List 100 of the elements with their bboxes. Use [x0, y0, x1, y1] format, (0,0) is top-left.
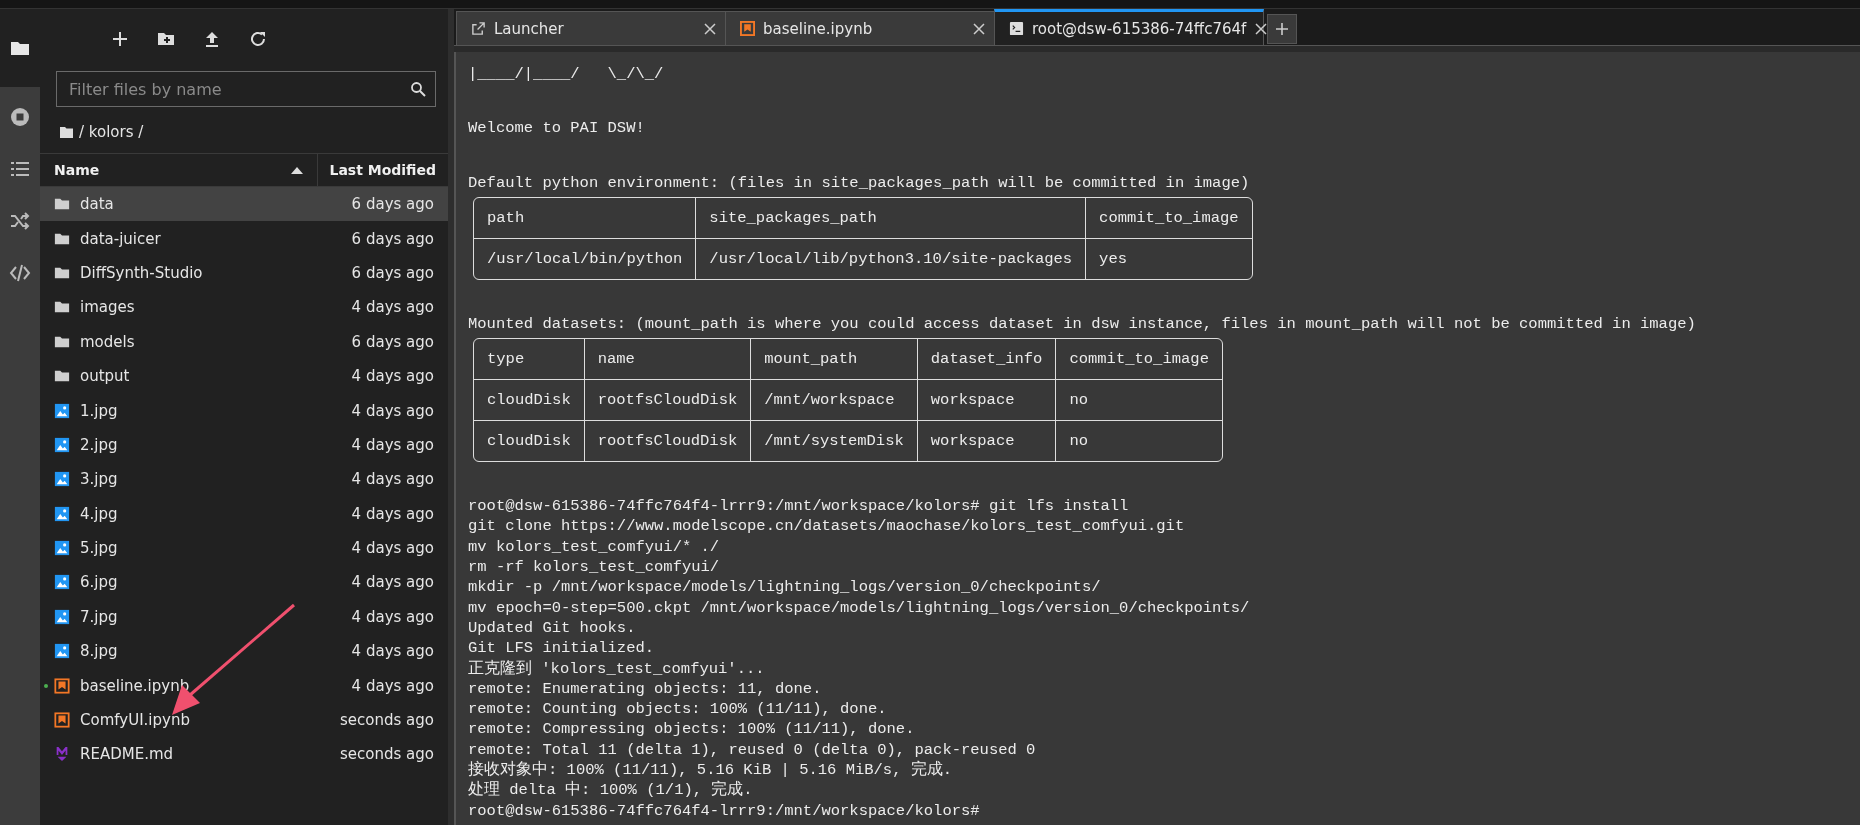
table-cell-text: no — [1068, 431, 1089, 453]
file-list-item[interactable]: README.md seconds ago — [40, 737, 448, 772]
terminal-line: remote: Counting objects: 100% (11/11), done. — [468, 699, 888, 720]
modified-time: seconds ago — [340, 711, 434, 730]
table-cell: cloudDisk — [474, 421, 585, 462]
close-icon[interactable] — [1254, 21, 1269, 36]
table-cell: no — [1056, 380, 1222, 422]
file-name: 3.jpg — [80, 470, 119, 489]
file-name: README.md — [80, 745, 175, 764]
image-file-icon — [54, 436, 70, 453]
last-modified-column-header[interactable]: Last Modified — [318, 162, 448, 178]
file-name: output — [80, 367, 131, 386]
table-cell: rootfsCloudDisk — [584, 421, 752, 462]
modified-time: 4 days ago — [351, 504, 434, 523]
markdown-icon — [54, 746, 70, 763]
file-list-item[interactable]: DiffSynth-Studio 6 days ago — [40, 255, 448, 291]
terminal-line: |____/|____/ \_/\_/ — [468, 64, 665, 85]
file-name: images — [80, 298, 136, 317]
terminal-line: root@dsw-615386-74ffc764f4-lrrr9:/mnt/workspace/kolors# — [468, 800, 981, 821]
folder-icon — [60, 126, 73, 138]
modified-time: 4 days ago — [351, 435, 434, 454]
sort-caret-icon — [291, 166, 303, 174]
image-file-icon — [54, 643, 70, 660]
file-list-item[interactable]: data 6 days ago — [40, 187, 448, 222]
table-cell: /mnt/workspace — [751, 380, 918, 422]
file-list-item[interactable]: 8.jpg 4 days ago — [40, 634, 448, 669]
editor-tab[interactable]: baseline.ipynb — [725, 11, 995, 45]
file-list-item[interactable]: ComfyUI.ipynb seconds ago — [40, 702, 448, 738]
launch-icon — [471, 21, 486, 36]
file-list-item[interactable]: models 6 days ago — [40, 324, 448, 359]
table-cell: commit_to_image — [1086, 197, 1252, 239]
file-name: models — [80, 332, 136, 351]
table-cell: type — [474, 339, 585, 381]
terminal-line: mv epoch=0-step=500.ckpt /mnt/workspace/models/lightning_logs/version_0/checkpoints/ — [468, 597, 1251, 618]
modified-time: 4 days ago — [351, 298, 434, 317]
file-name: DiffSynth-Studio — [80, 263, 204, 282]
table-cell: rootfsCloudDisk — [584, 380, 752, 422]
modified-time: 4 days ago — [351, 642, 434, 661]
file-list-item[interactable]: 5.jpg 4 days ago — [40, 530, 448, 566]
name-column-header[interactable]: Name — [40, 154, 318, 186]
stop-icon — [9, 106, 31, 128]
terminal-line: 接收对象中: 100% (11/11), 5.16 KiB | 5.16 MiB/s, 完成. — [468, 760, 954, 780]
terminal-line: root@dsw-615386-74ffc764f4-lrrr9:/mnt/workspace/kolors# git lfs install — [468, 496, 1130, 517]
file-list-item[interactable]: baseline.ipynb 4 days ago — [40, 668, 448, 703]
file-list-item[interactable]: data-juicer 6 days ago — [40, 221, 448, 256]
file-list-item[interactable]: images 4 days ago — [40, 290, 448, 325]
table-cell: /usr/local/bin/python — [474, 238, 697, 279]
file-list-item[interactable]: output 4 days ago — [40, 358, 448, 394]
breadcrumb-path[interactable]: / kolors / — [79, 123, 144, 141]
table-cell: cloudDisk — [474, 380, 585, 422]
file-name: baseline.ipynb — [80, 676, 191, 695]
modified-time: 4 days ago — [351, 676, 434, 695]
file-list-item[interactable]: 1.jpg 4 days ago — [40, 393, 448, 428]
file-name: 1.jpg — [80, 401, 119, 420]
terminal-line: mv kolors_test_comfyui/* ./ — [468, 536, 721, 558]
code-icon — [9, 262, 31, 284]
terminal-line: remote: Compressing objects: 100% (11/11), done. — [468, 719, 916, 740]
modified-time: 4 days ago — [351, 573, 434, 592]
new-tab-button[interactable] — [1267, 14, 1297, 44]
terminal-line: remote: Total 11 (delta 1), reused 0 (delta 0), pack-reused 0 — [468, 739, 1037, 760]
plus-icon[interactable] — [110, 29, 130, 49]
editor-tab[interactable]: root@dsw-615386-74ffc764f — [994, 9, 1264, 45]
terminal-line: mkdir -p /mnt/workspace/models/lightning_logs/version_0/checkpoints/ — [468, 577, 1102, 598]
file-list-item[interactable]: 6.jpg 4 days ago — [40, 565, 448, 600]
terminal-line: Default python environment: (files in site_packages_path will be committed in image) — [468, 172, 1251, 193]
filter-field[interactable]: Filter files by name — [56, 71, 436, 107]
table-cell: name — [584, 339, 752, 381]
modified-time: 4 days ago — [351, 539, 434, 558]
table-cell: /usr/local/lib/python3.10/site-packages — [696, 238, 1087, 279]
image-file-icon — [54, 471, 70, 488]
image-file-icon — [54, 402, 70, 419]
shuffle-icon — [9, 210, 31, 232]
file-list-item[interactable]: 4.jpg 4 days ago — [40, 496, 448, 531]
terminal-icon — [1009, 21, 1024, 36]
terminal-line: 处理 delta 中: 100% (1/1), 完成. — [468, 780, 754, 801]
terminal-line: git clone https://www.modelscope.cn/datasets/maochase/kolors_test_comfyui.git — [468, 516, 1186, 537]
modified-time: 4 days ago — [351, 470, 434, 489]
image-file-icon — [54, 574, 70, 591]
table-cell: path — [474, 197, 697, 239]
modified-time: 4 days ago — [351, 607, 434, 626]
image-file-icon — [54, 540, 70, 557]
table-cell: workspace — [917, 421, 1057, 462]
file-name: data-juicer — [80, 229, 162, 248]
close-icon[interactable] — [972, 21, 986, 36]
file-name: ComfyUI.ipynb — [80, 711, 191, 730]
file-list-item[interactable]: 7.jpg 4 days ago — [40, 599, 448, 635]
terminal-line: Welcome to PAI DSW! — [468, 118, 646, 139]
modified-time: 6 days ago — [351, 332, 434, 351]
terminal-line: 正克隆到 'kolors_test_comfyui'... — [468, 658, 766, 679]
modified-time: seconds ago — [340, 745, 434, 764]
close-icon[interactable] — [703, 21, 717, 36]
folder-sidebar-tab[interactable] — [0, 9, 40, 87]
file-list-item[interactable]: 2.jpg 4 days ago — [40, 427, 448, 463]
notebook-icon — [740, 21, 755, 36]
file-name: 5.jpg — [80, 539, 119, 558]
table-cell: /mnt/systemDisk — [751, 421, 918, 462]
file-name: 8.jpg — [80, 642, 119, 661]
file-list-item[interactable]: 3.jpg 4 days ago — [40, 462, 448, 497]
editor-tab[interactable]: Launcher — [456, 11, 726, 45]
refresh-icon[interactable] — [248, 29, 268, 49]
